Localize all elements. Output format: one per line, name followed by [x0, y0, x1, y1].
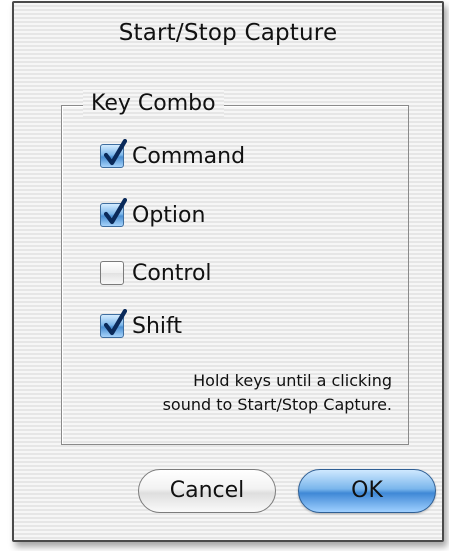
key-combo-label: Key Combo	[83, 90, 224, 118]
command-checkbox[interactable]	[100, 139, 127, 168]
hint-line-1: Hold keys until a clicking	[193, 371, 392, 390]
shift-checkbox[interactable]	[100, 309, 127, 338]
control-label: Control	[132, 260, 212, 286]
option-checkbox[interactable]	[100, 198, 127, 227]
ok-button[interactable]: OK	[298, 469, 436, 513]
option-option[interactable]: Option	[100, 198, 205, 232]
hint-text: Hold keys until a clicking sound to Star…	[62, 369, 392, 417]
option-control[interactable]: Control	[100, 256, 212, 290]
hint-line-2: sound to Start/Stop Capture.	[162, 395, 392, 414]
cancel-button[interactable]: Cancel	[138, 469, 276, 513]
command-label: Command	[132, 143, 246, 169]
checkmark-icon	[103, 139, 127, 166]
shift-label: Shift	[132, 313, 183, 339]
control-checkbox[interactable]	[100, 261, 124, 285]
start-stop-capture-dialog: Start/Stop Capture Key Combo Command Opt…	[12, 1, 444, 542]
option-label: Option	[132, 202, 206, 228]
option-command[interactable]: Command	[100, 139, 245, 173]
checkmark-icon	[103, 309, 127, 336]
option-shift[interactable]: Shift	[100, 309, 182, 343]
dialog-title: Start/Stop Capture	[118, 20, 338, 46]
checkmark-icon	[103, 198, 127, 225]
key-combo-group: Key Combo Command Option Control Shift H…	[61, 90, 409, 445]
